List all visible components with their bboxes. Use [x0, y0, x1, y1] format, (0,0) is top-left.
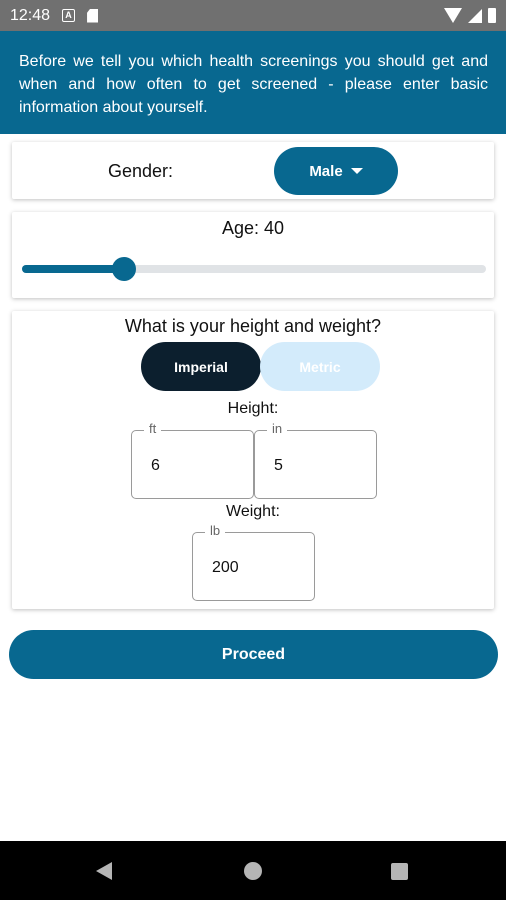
lb-value: 200	[212, 559, 239, 576]
weight-lb-field[interactable]: lb 200	[192, 523, 315, 601]
weight-label: Weight:	[226, 503, 280, 520]
caret-down-icon	[350, 168, 363, 174]
ft-value: 6	[151, 457, 160, 474]
status-time: 12:48	[10, 6, 51, 24]
age-card: Age: 40	[12, 212, 494, 298]
signal-icon	[468, 8, 482, 23]
intro-banner: Before we tell you which health screenin…	[0, 31, 506, 134]
status-bar: 12:48 A	[0, 0, 506, 31]
proceed-button[interactable]: Proceed	[9, 630, 498, 679]
age-label: Age: 40	[221, 218, 285, 238]
gender-selected-value: Male	[309, 162, 343, 180]
back-icon[interactable]	[96, 862, 112, 880]
height-label: Height:	[227, 400, 279, 417]
height-in-field[interactable]: in 5	[254, 421, 377, 499]
navigation-bar	[0, 841, 506, 900]
age-slider[interactable]	[22, 257, 486, 281]
ft-legend: ft	[144, 421, 162, 436]
in-legend: in	[267, 421, 288, 436]
battery-icon	[488, 8, 496, 23]
sd-card-icon	[87, 8, 99, 23]
wifi-icon	[444, 8, 462, 23]
lb-legend: lb	[205, 523, 226, 538]
recent-apps-icon[interactable]	[391, 863, 408, 880]
home-icon[interactable]	[244, 862, 262, 880]
a-notification-icon: A	[62, 9, 76, 22]
gender-card: Gender: Male	[12, 142, 494, 199]
imperial-toggle[interactable]: Imperial	[141, 342, 261, 391]
height-weight-title: What is your height and weight?	[124, 316, 382, 336]
age-slider-fill	[22, 265, 125, 273]
gender-dropdown[interactable]: Male	[274, 147, 398, 195]
gender-label: Gender:	[108, 161, 174, 181]
height-weight-card: What is your height and weight? Imperial…	[12, 311, 494, 609]
height-ft-field[interactable]: ft 6	[131, 421, 254, 499]
age-slider-thumb[interactable]	[112, 257, 137, 281]
in-value: 5	[274, 457, 283, 474]
intro-text: Before we tell you which health screenin…	[19, 53, 488, 116]
metric-toggle[interactable]: Metric	[260, 342, 380, 391]
